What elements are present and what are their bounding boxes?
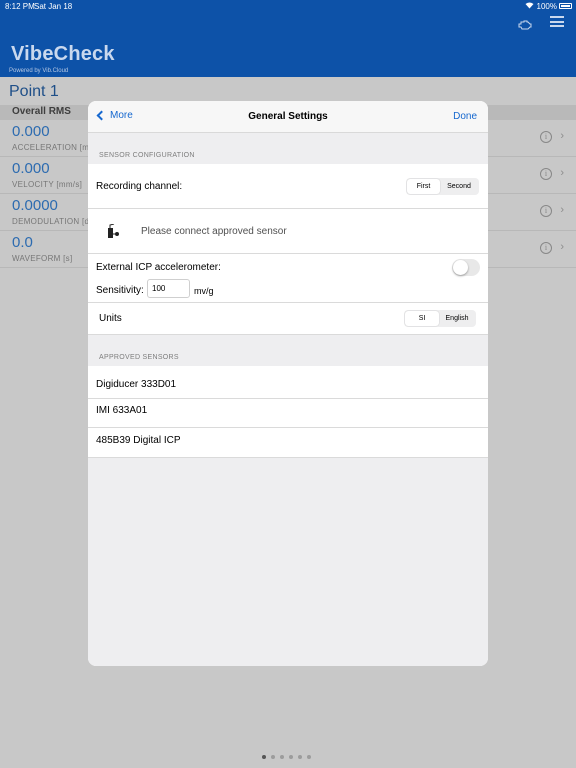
info-icon[interactable]: i [540,205,552,217]
chevron-right-icon: › [560,130,564,142]
metric-label: ACCELERATION [m/ [12,143,92,152]
channel-option-second[interactable]: Second [440,179,478,194]
section-header-label: SENSOR CONFIGURATION [99,152,195,159]
engine-icon[interactable] [518,17,532,29]
metric-value: 0.0 [12,234,33,251]
modal-title: General Settings [248,111,328,122]
metric-value: 0.0000 [12,197,58,214]
sensor-connect-row: Please connect approved sensor [88,209,488,254]
metric-value: 0.000 [12,160,50,177]
unit-option-english[interactable]: English [439,311,475,326]
approved-sensor-name: 485B39 Digital ICP [96,435,181,446]
page-dot[interactable] [262,755,266,759]
metric-label: WAVEFORM [s] [12,254,73,263]
section-header-label: APPROVED SENSORS [99,354,179,361]
status-bar: 8:12 PM Sat Jan 18 100% [0,2,576,14]
page-dot[interactable] [307,755,311,759]
connect-sensor-message: Please connect approved sensor [141,226,287,237]
chevron-right-icon: › [560,167,564,179]
info-icon[interactable]: i [540,131,552,143]
sensitivity-row: Sensitivity: mv/g [88,279,488,303]
units-segmented-control[interactable]: SI English [404,310,476,327]
done-button[interactable]: Done [453,111,477,122]
chevron-right-icon: › [560,241,564,253]
page-dot[interactable] [280,755,284,759]
sensitivity-label: Sensitivity: [96,285,144,296]
app-title: VibeCheck [11,43,115,65]
external-icp-label: External ICP accelerometer: [96,262,221,273]
sensitivity-unit: mv/g [194,286,214,296]
recording-channel-label: Recording channel: [96,181,183,192]
info-icon[interactable]: i [540,168,552,180]
page-dot[interactable] [289,755,293,759]
battery-icon [559,3,572,9]
unit-option-si[interactable]: SI [405,311,439,326]
powered-by-text: Powered by Vib.Cloud [9,68,69,74]
overall-rms-label: Overall RMS [12,106,71,117]
metric-value: 0.000 [12,123,50,140]
sensor-icon [106,223,120,240]
approved-sensor-item[interactable]: Digiducer 333D01 [88,366,488,399]
units-row: Units SI English [88,303,488,335]
page-dot[interactable] [271,755,275,759]
sensitivity-input[interactable] [147,279,190,298]
point-title: Point 1 [9,83,59,100]
status-time: 8:12 PM [5,2,35,11]
approved-sensor-name: IMI 633A01 [96,405,148,416]
general-settings-modal: More General Settings Done SENSOR CONFIG… [88,101,488,666]
chevron-right-icon: › [560,204,564,216]
page-indicator[interactable] [262,755,311,759]
modal-empty-area [88,458,488,666]
recording-channel-row: Recording channel: First Second [88,164,488,209]
modal-nav-bar: More General Settings Done [88,101,488,133]
metric-label: DEMODULATION [d [12,217,90,226]
recording-channel-segmented-control[interactable]: First Second [406,178,479,195]
page-dot[interactable] [298,755,302,759]
channel-option-first[interactable]: First [407,179,440,194]
approved-sensor-item[interactable]: 485B39 Digital ICP [88,428,488,458]
metric-label: VELOCITY [mm/s] [12,180,83,189]
info-icon[interactable]: i [540,242,552,254]
hamburger-menu-icon[interactable] [550,16,564,27]
external-icp-toggle[interactable] [452,259,480,276]
approved-sensor-item[interactable]: IMI 633A01 [88,399,488,428]
units-label: Units [99,313,122,324]
battery-percent: 100% [536,2,557,11]
toggle-knob [453,260,468,275]
status-date: Sat Jan 18 [34,2,73,11]
wifi-icon [525,2,534,11]
app-header: 8:12 PM Sat Jan 18 100% VibeCheck Powere… [0,0,576,77]
section-header-sensor-config: SENSOR CONFIGURATION [88,133,488,164]
section-header-approved-sensors: APPROVED SENSORS [88,335,488,366]
approved-sensor-name: Digiducer 333D01 [96,379,177,390]
